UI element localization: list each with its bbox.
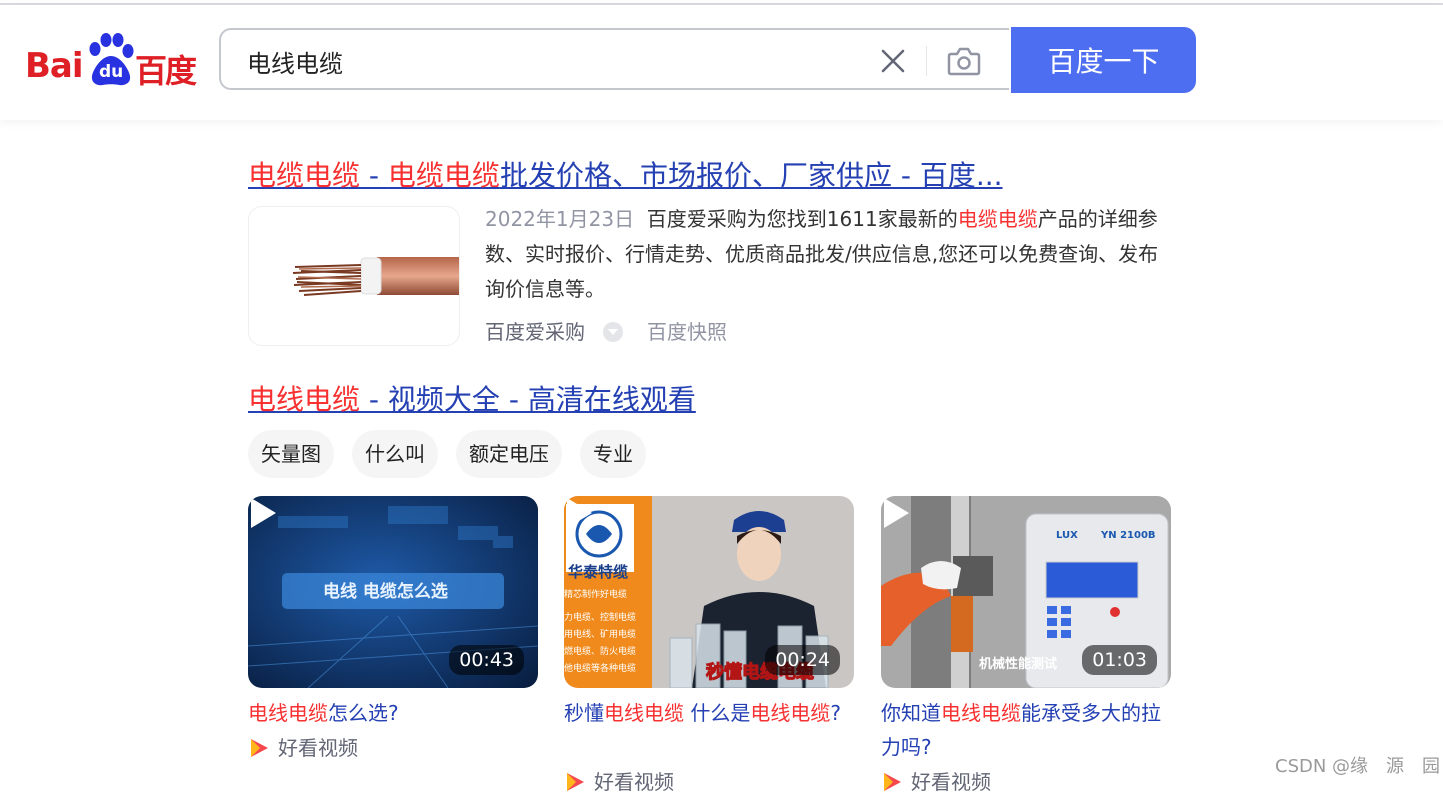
csdn-watermark: CSDN @缘 源 园 bbox=[1275, 756, 1441, 777]
video-source[interactable]: 好看视频 bbox=[881, 768, 991, 796]
title-highlight: 电线电缆 bbox=[248, 383, 361, 416]
haokan-icon bbox=[251, 739, 268, 757]
video-title[interactable]: 电线电缆怎么选? bbox=[248, 696, 538, 730]
abstract-highlight: 电缆电缆 bbox=[957, 207, 1038, 231]
machine-brand: LUX bbox=[1056, 530, 1078, 541]
search-button[interactable]: 百度一下 bbox=[1011, 27, 1196, 93]
title-text: - bbox=[360, 159, 388, 192]
video-card[interactable]: LUX YN 2100B 机械性能测试 01:03 bbox=[881, 496, 1171, 688]
snapshot-link[interactable]: 百度快照 bbox=[647, 320, 727, 344]
brand-slogan: 精芯制作好电缆 bbox=[564, 588, 627, 600]
video-source[interactable]: 好看视频 bbox=[248, 734, 358, 762]
title-highlight: 电缆电缆 bbox=[248, 159, 361, 192]
title-text: 什么是 bbox=[684, 701, 751, 725]
play-icon bbox=[251, 498, 276, 528]
title-highlight: 电线电缆 bbox=[750, 701, 831, 725]
video-caption: 电线 电缆怎么选 bbox=[323, 581, 448, 602]
video-card[interactable]: 华泰特缆 精芯制作好电缆 力电缆、控制电缆 用电线、矿用电缆 燃电缆、防火电缆 … bbox=[564, 496, 854, 688]
tag-chip[interactable]: 额定电压 bbox=[456, 430, 562, 478]
search-input[interactable] bbox=[245, 42, 849, 80]
result-title[interactable]: 电缆电缆 - 电缆电缆批发价格、市场报价、厂家供应 - 百度... bbox=[248, 154, 1003, 194]
source-dropdown-icon[interactable] bbox=[603, 322, 623, 342]
camera-icon[interactable] bbox=[946, 44, 982, 78]
machine-model: YN 2100B bbox=[1100, 530, 1156, 541]
video-duration: 01:03 bbox=[1082, 645, 1157, 675]
title-highlight: 电线电缆 bbox=[941, 701, 1021, 725]
title-text: ? bbox=[830, 701, 841, 725]
abstract-text: 百度爱采购为您找到1611家最新的 bbox=[646, 207, 958, 231]
product-line: 力电缆、控制电缆 bbox=[564, 611, 636, 623]
result-date: 2022年1月23日 bbox=[485, 207, 635, 231]
title-highlight: 电线电缆 bbox=[604, 701, 684, 725]
haokan-icon bbox=[884, 773, 901, 791]
title-text: - 视频大全 - 高清在线观看 bbox=[360, 383, 696, 416]
title-text: 你知道 bbox=[881, 701, 941, 725]
baidu-logo[interactable]: Bai du 百度 bbox=[25, 32, 197, 90]
clear-icon[interactable] bbox=[879, 47, 907, 75]
tag-chip[interactable]: 专业 bbox=[580, 430, 646, 478]
title-text: 秒懂 bbox=[564, 701, 604, 725]
title-text: 怎么选? bbox=[328, 701, 399, 725]
title-highlight: 电线电缆 bbox=[248, 701, 328, 725]
video-caption: 机械性能测试 bbox=[979, 656, 1057, 672]
video-duration: 00:43 bbox=[449, 645, 524, 675]
source-name: 好看视频 bbox=[278, 736, 358, 760]
source-name: 好看视频 bbox=[911, 770, 991, 794]
play-icon bbox=[567, 498, 592, 528]
product-thumbnail[interactable] bbox=[248, 206, 460, 346]
brand-name: 华泰特缆 bbox=[568, 563, 628, 581]
video-duration: 00:24 bbox=[765, 645, 840, 675]
tag-list: 矢量图 什么叫 额定电压 专业 bbox=[248, 430, 646, 478]
product-line: 他电缆等各种电缆 bbox=[564, 662, 636, 674]
video-title[interactable]: 秒懂电线电缆 什么是电线电缆? bbox=[564, 696, 854, 730]
title-highlight: 电缆电缆 bbox=[387, 159, 500, 192]
result-abstract: 2022年1月23日 百度爱采购为您找到1611家最新的电缆电缆产品的详细参数、… bbox=[485, 202, 1175, 307]
search-box bbox=[219, 28, 1009, 90]
source-name: 好看视频 bbox=[594, 770, 674, 794]
search-divider bbox=[926, 46, 927, 76]
haokan-icon bbox=[567, 773, 584, 791]
video-result-title[interactable]: 电线电缆 - 视频大全 - 高清在线观看 bbox=[248, 378, 696, 418]
logo-du-text: du bbox=[99, 62, 124, 82]
cable-image bbox=[292, 257, 459, 296]
video-card[interactable]: 电线 电缆怎么选 00:43 bbox=[248, 496, 538, 688]
product-line: 用电线、矿用电缆 bbox=[564, 628, 636, 640]
result-source: 百度爱采购 百度快照 bbox=[485, 316, 727, 345]
product-line: 燃电缆、防火电缆 bbox=[564, 645, 636, 657]
tag-chip[interactable]: 什么叫 bbox=[352, 430, 438, 478]
logo-baidu-chinese: 百度 bbox=[135, 52, 197, 90]
video-title[interactable]: 你知道电线电缆能承受多大的拉力吗? bbox=[881, 696, 1171, 764]
video-source[interactable]: 好看视频 bbox=[564, 768, 674, 796]
play-icon bbox=[884, 498, 909, 528]
tag-chip[interactable]: 矢量图 bbox=[248, 430, 334, 478]
title-text: 批发价格、市场报价、厂家供应 - 百度... bbox=[499, 159, 1003, 192]
source-name[interactable]: 百度爱采购 bbox=[485, 320, 585, 344]
logo-bai-text: Bai bbox=[25, 46, 84, 86]
